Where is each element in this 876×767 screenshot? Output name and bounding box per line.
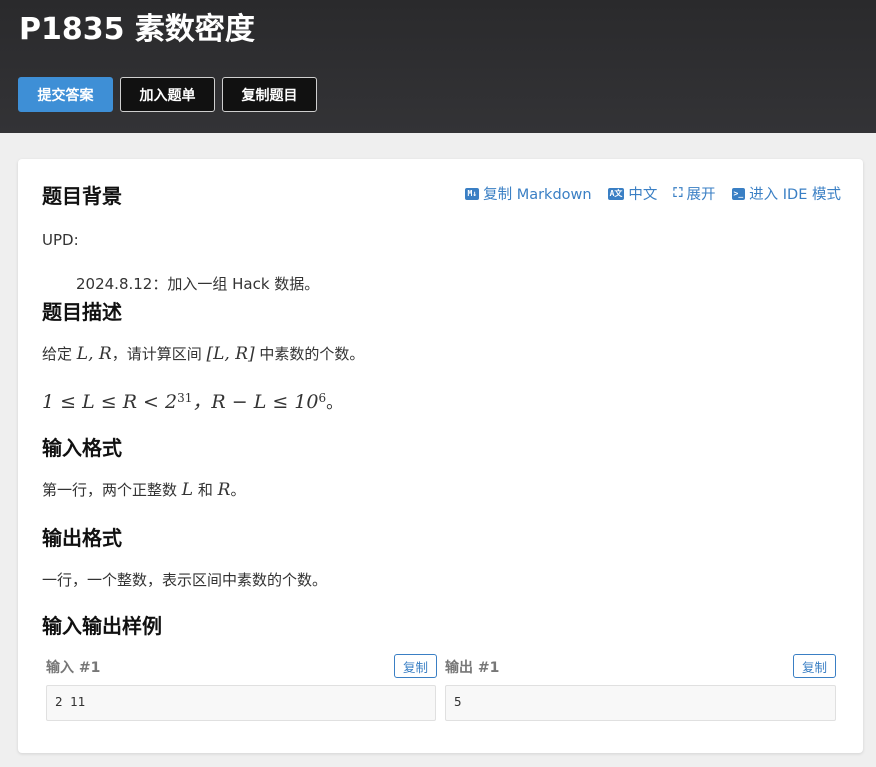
copy-input-button[interactable]: 复制: [394, 654, 437, 678]
copy-markdown-button[interactable]: M↓ 复制 Markdown: [465, 183, 592, 204]
math-exp-6: 6: [318, 391, 327, 405]
section-heading-background: 题目背景: [42, 184, 122, 208]
copy-markdown-label: 复制 Markdown: [483, 187, 592, 203]
expand-icon: ⛶: [673, 186, 683, 201]
problem-card: M↓ 复制 Markdown A文 中文 ⛶ 展开 >_ 进入 IDE 模式 题…: [18, 159, 863, 753]
description-mid: ，请计算区间: [111, 345, 207, 363]
math-var-l: L: [181, 480, 194, 500]
math-vars-lr: L, R: [76, 344, 112, 364]
section-heading-samples: 输入输出样例: [42, 614, 162, 638]
description-line-1: 给定 L, R，请计算区间 [L, R] 中素数的个数。: [42, 343, 364, 365]
problem-title: P1835 素数密度: [19, 12, 255, 47]
problem-header: P1835 素数密度 提交答案 加入题单 复制题目: [0, 0, 876, 133]
copy-problem-button[interactable]: 复制题目: [222, 77, 317, 112]
math-constraint-2: ，R − L ≤ 10: [192, 391, 319, 413]
copy-output-button[interactable]: 复制: [793, 654, 836, 678]
input-prefix: 第一行，两个正整数: [42, 481, 182, 499]
expand-button[interactable]: ⛶ 展开: [673, 183, 715, 204]
translate-icon: A文: [607, 187, 625, 200]
section-heading-output: 输出格式: [42, 526, 122, 550]
math-constraint-1: 1 ≤ L ≤ R < 2: [42, 391, 178, 413]
submit-answer-button[interactable]: 提交答案: [18, 77, 113, 112]
problem-toolbar: M↓ 复制 Markdown A文 中文 ⛶ 展开 >_ 进入 IDE 模式: [465, 183, 841, 204]
section-heading-input: 输入格式: [42, 436, 122, 460]
expand-label: 展开: [686, 187, 716, 203]
ide-mode-button[interactable]: >_ 进入 IDE 模式: [731, 183, 841, 204]
sample-output-label: 输出 #1: [445, 660, 500, 676]
language-chinese-button[interactable]: A文 中文: [607, 183, 658, 204]
sample-output-box[interactable]: 5: [445, 685, 836, 721]
math-exp-31: 31: [177, 391, 193, 405]
sample-input-box[interactable]: 2 11: [46, 685, 436, 721]
input-suffix: 。: [230, 481, 246, 499]
sample-input-label: 输入 #1: [46, 660, 101, 676]
ide-mode-label: 进入 IDE 模式: [749, 187, 841, 203]
description-prefix: 给定: [42, 345, 77, 363]
terminal-icon: >_: [731, 187, 746, 200]
markdown-icon: M↓: [465, 187, 480, 200]
input-format-text: 第一行，两个正整数 L 和 R。: [42, 479, 245, 501]
add-to-list-button[interactable]: 加入题单: [120, 77, 215, 112]
description-suffix: 中素数的个数。: [254, 345, 365, 363]
description-constraints: 1 ≤ L ≤ R < 231，R − L ≤ 106。: [42, 387, 343, 414]
section-heading-description: 题目描述: [42, 300, 122, 324]
math-var-r: R: [217, 480, 231, 500]
language-label: 中文: [628, 187, 658, 203]
input-and: 和: [193, 481, 218, 499]
constraint-end: 。: [326, 393, 344, 413]
upd-label: UPD:: [42, 231, 79, 249]
upd-item: 2024.8.12：加入一组 Hack 数据。: [76, 275, 320, 293]
output-format-text: 一行，一个整数，表示区间中素数的个数。: [42, 571, 328, 589]
math-interval: [L, R]: [206, 344, 255, 364]
